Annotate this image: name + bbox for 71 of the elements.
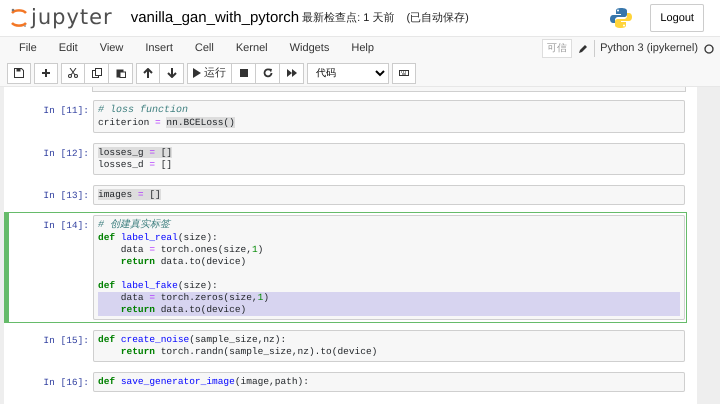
code-line: def create_noise(sample_size,nz):: [98, 334, 288, 346]
keyboard-button[interactable]: [392, 62, 416, 84]
fast-forward-icon: [286, 68, 296, 78]
menu-item[interactable]: Insert: [134, 40, 184, 57]
move-up-icon: [143, 68, 153, 78]
code-line: return data.to(device): [120, 256, 248, 268]
code-line: # loss function: [98, 104, 190, 117]
code-cell[interactable]: In [16]: def save_generator_image(image,path):: [4, 369, 687, 395]
autosave-text: (已自动保存): [406, 10, 469, 26]
logo-text: jupyter: [31, 4, 113, 32]
input-prompt: In [11]:: [42, 104, 90, 118]
code-cell[interactable]: In [12]: losses_g = [] losses_d = []: [4, 140, 687, 178]
keyboard-icon: [399, 68, 409, 78]
code-line: # 创建真实标签: [98, 219, 172, 232]
input-prompt: In [14]:: [42, 219, 90, 233]
cut-icon: [68, 68, 78, 78]
code-input[interactable]: images = []: [93, 185, 685, 205]
code-line: return torch.randn(sample_size,nz).to(device): [120, 346, 378, 358]
paste-icon: [116, 68, 126, 78]
add-button[interactable]: [34, 62, 58, 84]
code-line: data = torch.ones(size,1): [120, 244, 264, 256]
logout-button[interactable]: Logout: [650, 4, 704, 32]
code-line: def save_generator_image(image,path):: [98, 376, 310, 388]
copy-icon: [92, 68, 102, 78]
move-up-button[interactable]: [136, 62, 160, 84]
code-cell[interactable]: In [15]: def create_noise(sample_size,nz): return torch.randn(sample_size,nz).to(device): [4, 327, 687, 365]
input-prompt: In [16]:: [42, 376, 90, 390]
move-down-icon: [166, 68, 176, 78]
menu-item[interactable]: Kernel: [224, 40, 279, 57]
code-line: criterion = nn.BCELoss(): [98, 117, 236, 129]
input-prompt: In [12]:: [42, 147, 90, 161]
stop-button[interactable]: [232, 62, 256, 84]
menu-item[interactable]: Help: [340, 40, 385, 57]
code-input[interactable]: def create_noise(sample_size,nz): return torch.randn(sample_size,nz).to(device): [93, 330, 685, 362]
run-button[interactable]: 运行: [187, 62, 232, 84]
code-input[interactable]: # loss function criterion = nn.BCELoss(): [93, 100, 685, 133]
copy-button[interactable]: [85, 62, 109, 84]
menu-item[interactable]: File: [8, 40, 48, 57]
fast-forward-button[interactable]: [280, 62, 304, 84]
restart-icon: [262, 68, 272, 78]
code-input[interactable]: def save_generator_image(image,path):: [93, 372, 685, 392]
python-logo-icon: [610, 7, 632, 29]
menu-item[interactable]: Cell: [184, 40, 225, 57]
code-input[interactable]: losses_g = [] losses_d = []: [93, 143, 685, 175]
menu-item[interactable]: Edit: [48, 40, 89, 57]
input-prompt: In [13]:: [42, 189, 90, 203]
menu-item[interactable]: Widgets: [278, 40, 340, 57]
save-icon: [14, 68, 24, 78]
save-button[interactable]: [7, 62, 31, 84]
add-icon: [41, 68, 51, 78]
code-cell[interactable]: In [14]: # 创建真实标签 def label_real(size): data = torch.ones(size,1) return data.to(device) def label_fake(size): data = torch.zeros(size,1) return data.to(device): [4, 212, 687, 323]
code-line: losses_d = []: [98, 159, 174, 171]
move-down-button[interactable]: [160, 62, 184, 84]
cell-type-select[interactable]: 代码: [307, 62, 389, 84]
restart-button[interactable]: [256, 62, 280, 84]
stop-icon: [238, 68, 248, 78]
logo-icon: [10, 7, 28, 29]
paste-button[interactable]: [109, 62, 133, 84]
code-line: def label_fake(size):: [98, 280, 219, 292]
cut-button[interactable]: [61, 62, 85, 84]
play-icon: [193, 68, 201, 78]
input-prompt: In [15]:: [42, 334, 90, 348]
code-cell[interactable]: In [11]: # loss function criterion = nn.BCELoss(): [4, 97, 687, 136]
code-input[interactable]: # 创建真实标签 def label_real(size): data = torch.ones(size,1) return data.to(device) def label_fake(size): data = torch.zeros(size,1) return data.to(device): [93, 215, 685, 320]
checkpoint-text: 最新检查点: 1 天前: [302, 10, 394, 26]
kernel-name[interactable]: Python 3 (ipykernel): [594, 40, 698, 57]
code-line: def label_real(size):: [98, 232, 219, 244]
notebook-title[interactable]: vanilla_gan_with_pytorch: [130, 6, 300, 30]
menu-item[interactable]: View: [88, 40, 134, 57]
pencil-icon[interactable]: [578, 44, 588, 54]
code-cell[interactable]: In [13]: images = []: [4, 182, 687, 208]
